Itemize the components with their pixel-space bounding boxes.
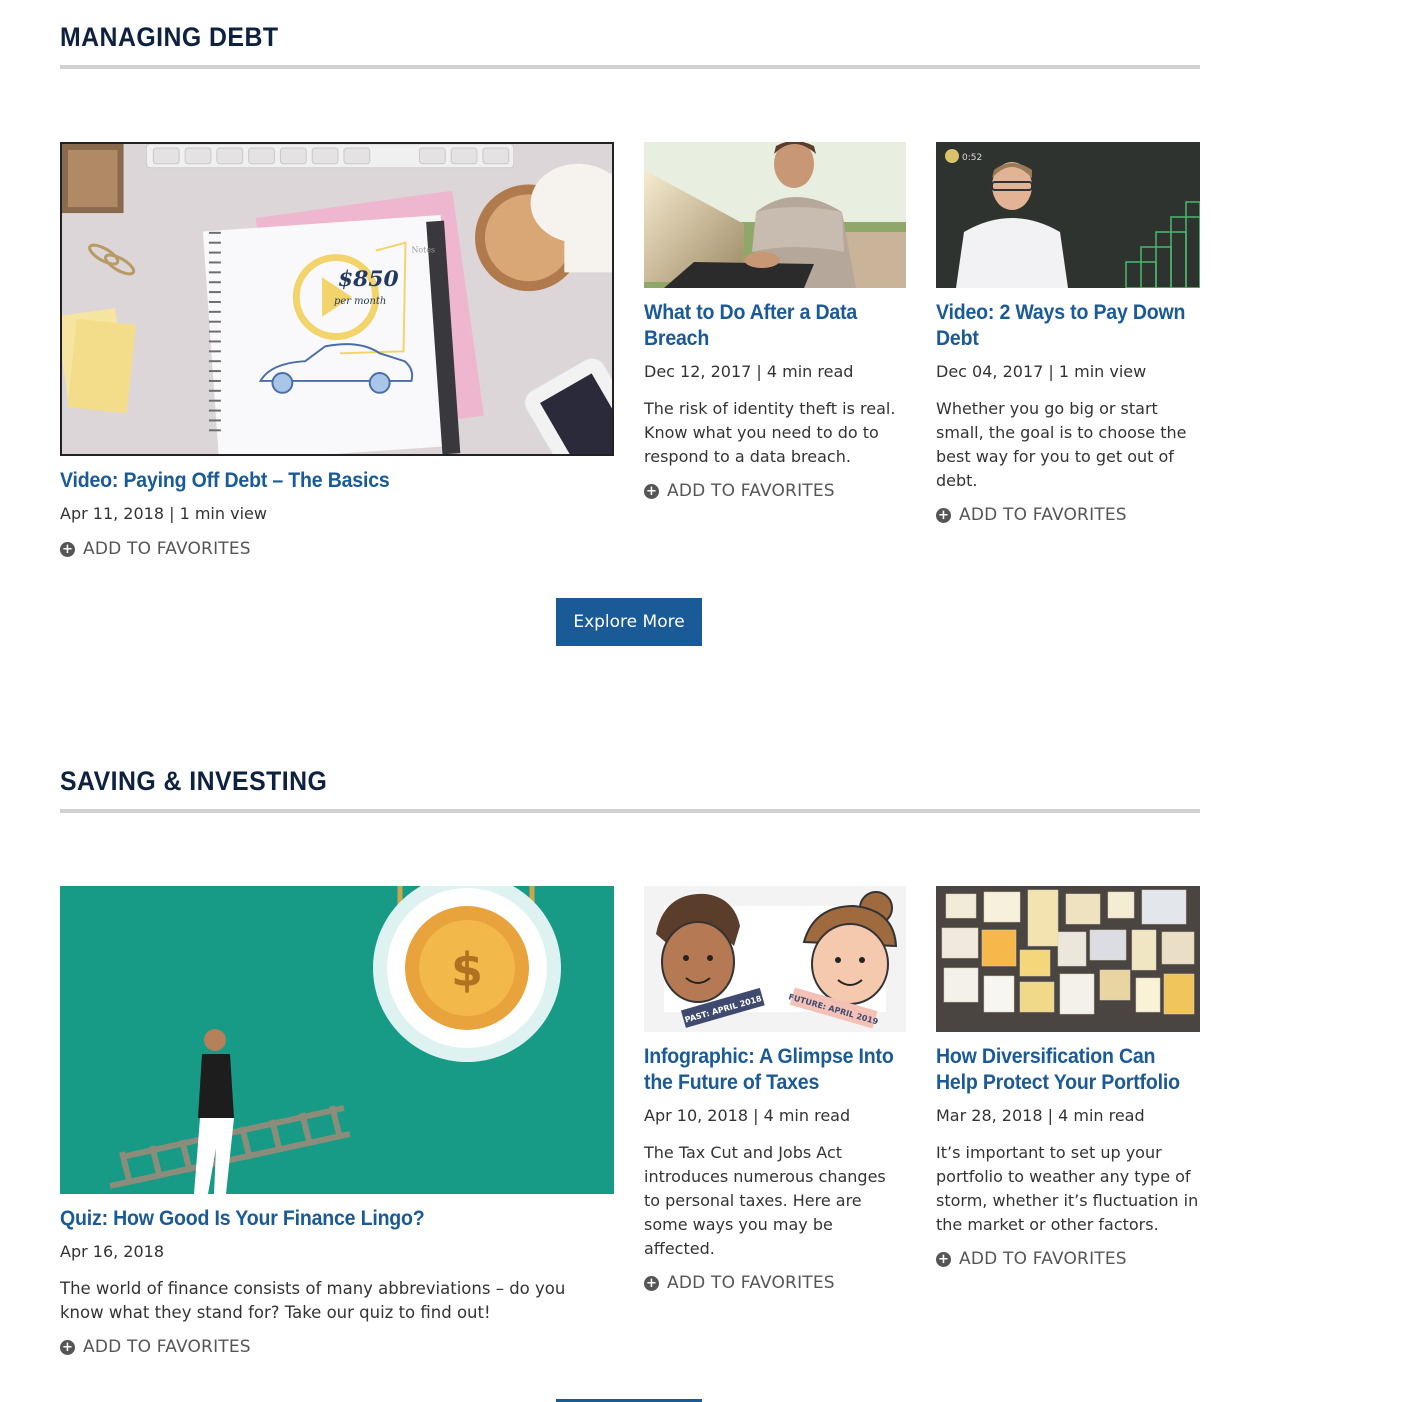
article-thumbnail[interactable]: Notes $850 per month bbox=[60, 142, 614, 456]
add-to-favorites-button[interactable]: + ADD TO FAVORITES bbox=[60, 1337, 614, 1357]
article-card: 0:52 Video: 2 Ways to Pay Down Debt Dec … bbox=[936, 142, 1200, 525]
plus-circle-icon: + bbox=[60, 1339, 75, 1355]
article-title-link[interactable]: How Diversification Can Help Protect You… bbox=[936, 1044, 1199, 1096]
article-card: PAST: APRIL 2018 FUTURE: APRIL 2019 Info… bbox=[644, 886, 906, 1293]
add-to-favorites-label: ADD TO FAVORITES bbox=[959, 505, 1127, 525]
thumb-per-month: per month bbox=[334, 296, 386, 307]
article-description: The risk of identity theft is real. Know… bbox=[644, 399, 896, 466]
thumb-notes-label: Notes bbox=[411, 246, 435, 255]
section-divider bbox=[60, 65, 1200, 69]
article-card: Notes $850 per month Video: Paying Off D… bbox=[60, 142, 614, 559]
article-title-link[interactable]: Video: 2 Ways to Pay Down Debt bbox=[936, 300, 1199, 352]
article-thumbnail[interactable] bbox=[936, 886, 1200, 1032]
add-to-favorites-label: ADD TO FAVORITES bbox=[667, 481, 835, 501]
article-description: The Tax Cut and Jobs Act introduces nume… bbox=[644, 1143, 886, 1258]
section-title: MANAGING DEBT bbox=[60, 22, 279, 52]
article-title-link[interactable]: Video: Paying Off Debt – The Basics bbox=[60, 468, 611, 494]
add-to-favorites-button[interactable]: + ADD TO FAVORITES bbox=[60, 539, 614, 559]
article-description: It’s important to set up your portfolio … bbox=[936, 1143, 1199, 1234]
stopwatch-icon bbox=[945, 149, 959, 163]
article-description: The world of finance consists of many ab… bbox=[60, 1279, 566, 1322]
article-thumbnail[interactable]: $ bbox=[60, 886, 614, 1194]
thumb-amount: $850 bbox=[338, 267, 399, 292]
article-title-link[interactable]: What to Do After a Data Breach bbox=[644, 300, 905, 352]
article-card: $ Quiz: How Good Is Your Finance Lingo? … bbox=[60, 886, 614, 1357]
article-thumbnail[interactable]: PAST: APRIL 2018 FUTURE: APRIL 2019 bbox=[644, 886, 906, 1032]
article-title-link[interactable]: Quiz: How Good Is Your Finance Lingo? bbox=[60, 1206, 611, 1232]
article-meta: Dec 12, 2017 | 4 min read bbox=[644, 362, 854, 381]
add-to-favorites-label: ADD TO FAVORITES bbox=[667, 1273, 835, 1293]
article-card: What to Do After a Data Breach Dec 12, 2… bbox=[644, 142, 906, 501]
section-managing-debt: MANAGING DEBT bbox=[60, 22, 1200, 69]
article-meta: Mar 28, 2018 | 4 min read bbox=[936, 1106, 1145, 1125]
article-thumbnail[interactable]: 0:52 bbox=[936, 142, 1200, 288]
add-to-favorites-button[interactable]: + ADD TO FAVORITES bbox=[936, 1249, 1200, 1269]
add-to-favorites-button[interactable]: + ADD TO FAVORITES bbox=[644, 481, 906, 501]
video-duration: 0:52 bbox=[962, 153, 982, 163]
article-thumbnail[interactable] bbox=[644, 142, 906, 288]
coin-symbol: $ bbox=[451, 943, 483, 997]
add-to-favorites-button[interactable]: + ADD TO FAVORITES bbox=[644, 1273, 906, 1293]
plus-circle-icon: + bbox=[644, 483, 659, 499]
add-to-favorites-label: ADD TO FAVORITES bbox=[959, 1249, 1127, 1269]
article-description: Whether you go big or start small, the g… bbox=[936, 399, 1187, 490]
section-divider bbox=[60, 809, 1200, 813]
plus-circle-icon: + bbox=[936, 1251, 951, 1267]
add-to-favorites-label: ADD TO FAVORITES bbox=[83, 1337, 251, 1357]
explore-more-button[interactable]: Explore More bbox=[556, 598, 702, 646]
section-title: SAVING & INVESTING bbox=[60, 766, 328, 796]
plus-circle-icon: + bbox=[644, 1275, 659, 1291]
article-title-link[interactable]: Infographic: A Glimpse Into the Future o… bbox=[644, 1044, 905, 1096]
add-to-favorites-label: ADD TO FAVORITES bbox=[83, 539, 251, 559]
section-saving-investing: SAVING & INVESTING bbox=[60, 766, 1200, 813]
plus-circle-icon: + bbox=[60, 541, 75, 557]
add-to-favorites-button[interactable]: + ADD TO FAVORITES bbox=[936, 505, 1200, 525]
article-meta: Apr 10, 2018 | 4 min read bbox=[644, 1106, 851, 1125]
article-card: How Diversification Can Help Protect You… bbox=[936, 886, 1200, 1269]
article-meta: Apr 16, 2018 bbox=[60, 1242, 165, 1261]
plus-circle-icon: + bbox=[936, 507, 951, 523]
article-meta: Apr 11, 2018 | 1 min view bbox=[60, 504, 267, 523]
article-meta: Dec 04, 2017 | 1 min view bbox=[936, 362, 1147, 381]
